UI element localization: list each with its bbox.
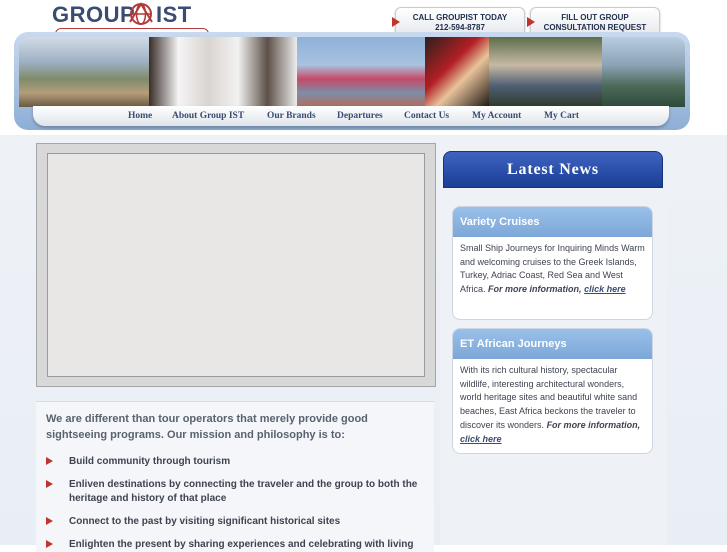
form-button-line1: FILL OUT GROUP	[561, 12, 629, 22]
call-button-line1: CALL GROUPIST TODAY	[412, 12, 508, 22]
photo-dancers	[149, 37, 297, 107]
globe-icon	[129, 2, 153, 25]
arrow-right-icon	[527, 17, 535, 27]
mission-bullet-text: Enliven destinations by connecting the t…	[69, 479, 418, 504]
featured-media-area[interactable]	[47, 153, 425, 377]
photo-coastline	[602, 37, 685, 107]
mission-intro: We are different than tour operators tha…	[46, 413, 368, 441]
logo-word-left: GROUP	[52, 2, 136, 27]
call-button-phone: 212-594-8787	[435, 22, 485, 32]
form-button-line2: CONSULTATION REQUEST	[543, 22, 647, 32]
nav-home[interactable]: Home	[128, 111, 152, 121]
bullet-arrow-icon	[46, 457, 53, 465]
news-card-more: For more information,	[546, 419, 641, 430]
featured-media-frame	[36, 143, 436, 387]
mission-bullet-text: Connect to the past by visiting signific…	[69, 516, 341, 527]
nav-departures[interactable]: Departures	[337, 111, 383, 121]
photo-tour-group	[297, 37, 425, 107]
photo-palace	[19, 37, 149, 107]
mission-bullet-text: Build community through tourism	[69, 456, 231, 467]
news-card-more: For more information,	[488, 284, 582, 295]
news-card-heading[interactable]: ET African Journeys	[453, 329, 652, 359]
main-nav: Home About Group IST Our Brands Departur…	[33, 106, 669, 126]
bullet-arrow-icon	[46, 540, 53, 548]
photo-performer	[425, 37, 489, 107]
news-card-body: With its rich cultural history, spectacu…	[453, 359, 652, 450]
news-card-heading[interactable]: Variety Cruises	[453, 207, 652, 237]
nav-about[interactable]: About Group IST	[172, 111, 244, 121]
nav-my-cart[interactable]: My Cart	[544, 111, 579, 121]
photo-family	[489, 37, 602, 107]
latest-news-title: Latest News	[443, 151, 663, 188]
nav-my-account[interactable]: My Account	[472, 111, 521, 121]
nav-contact-us[interactable]: Contact Us	[404, 111, 449, 121]
nav-our-brands[interactable]: Our Brands	[267, 111, 316, 121]
news-card: ET African Journeys With its rich cultur…	[452, 328, 653, 454]
news-card-body: Small Ship Journeys for Inquiring Minds …	[453, 237, 652, 301]
logo-word-right: IST	[156, 2, 192, 27]
bullet-arrow-icon	[46, 480, 53, 488]
news-card-link[interactable]: click here	[460, 434, 502, 444]
bullet-arrow-icon	[46, 517, 53, 525]
header-photo-banner	[19, 37, 685, 107]
mission-section: We are different than tour operators tha…	[36, 401, 434, 552]
news-card: Variety Cruises Small Ship Journeys for …	[452, 206, 653, 320]
news-card-link[interactable]: click here	[584, 284, 626, 294]
arrow-right-icon	[392, 17, 400, 27]
mission-bullet-text: Enlighten the present by sharing experie…	[69, 539, 414, 550]
